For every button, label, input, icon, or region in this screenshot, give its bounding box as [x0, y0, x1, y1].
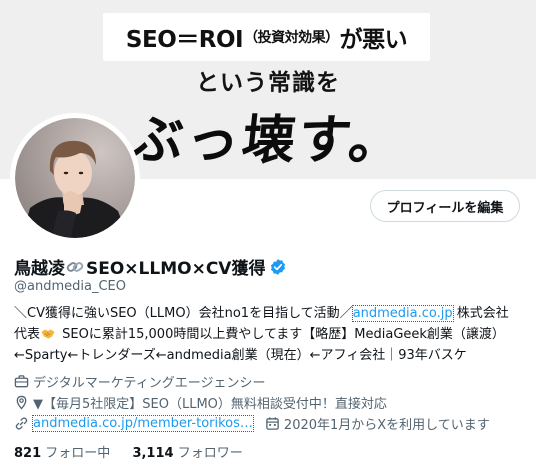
follow-stats: 821 フォロー中 3,114 フォロワー	[14, 442, 261, 461]
bio-text-2-prefix: 代表	[14, 327, 41, 342]
profile-location: ▼【毎月5社限定】SEO（LLMO）無料相談受付中！直接対応	[14, 393, 387, 412]
bio-text-2: SEOに累計15,000時間以上費やしてます【略歴】MediaGeek創業（譲渡…	[58, 327, 505, 342]
edit-profile-button[interactable]: プロフィールを編集	[370, 190, 520, 222]
banner-subline: という常識を	[196, 70, 340, 96]
handshake-emoji-icon	[41, 329, 55, 339]
username-handle: @andmedia_CEO	[14, 279, 126, 294]
bio-line-2: 代表 SEOに累計15,000時間以上費やしてます【略歴】MediaGeek創業…	[14, 324, 529, 345]
profile-category: デジタルマーケティングエージェンシー	[14, 372, 265, 391]
followers-count: 3,114	[132, 446, 174, 461]
bio-text-1-suffix: 株式会社	[452, 306, 509, 321]
link-icon	[15, 417, 28, 430]
display-name-text-2: SEO×LLMO×CV獲得	[86, 259, 266, 279]
briefcase-icon	[14, 375, 29, 388]
banner-headline-part2: が悪い	[339, 27, 408, 53]
display-name-text-1: 鳥越凌	[14, 259, 65, 279]
bio-line-3: ←Sparty←トレンダーズ←andmedia創業（現在）←アフィ会社｜93年バ…	[14, 345, 529, 366]
following-link[interactable]: 821 フォロー中	[14, 446, 110, 461]
following-label: フォロー中	[45, 446, 111, 461]
avatar[interactable]	[10, 113, 140, 243]
profile-bio: ＼CV獲得に強いSEO（LLMO）会社no1を目指して活動／andmedia.c…	[14, 303, 529, 366]
bio-text-3: ←Sparty←トレンダーズ←andmedia創業（現在）←アフィ会社｜93年バ…	[14, 348, 467, 363]
banner-headline: SEO＝ROI （投資対効果） が悪い	[103, 13, 430, 61]
location-pin-icon	[16, 395, 27, 410]
link-emoji-icon	[66, 261, 84, 272]
followers-link[interactable]: 3,114 フォロワー	[132, 446, 242, 461]
bio-line-1: ＼CV獲得に強いSEO（LLMO）会社no1を目指して活動／andmedia.c…	[14, 303, 529, 324]
calendar-icon	[266, 417, 279, 430]
joined-date-text: 2020年1月からXを利用しています	[283, 418, 490, 433]
profile-meta-row: andmedia.co.jp/member-torikos… 2020年1月から…	[14, 414, 490, 433]
verified-badge-icon[interactable]	[269, 258, 287, 276]
bio-website-link[interactable]: andmedia.co.jp	[351, 305, 454, 322]
avatar-photo	[11, 114, 139, 242]
category-text: デジタルマーケティングエージェンシー	[33, 376, 266, 391]
banner-headline-paren: （投資対効果）	[244, 30, 339, 46]
display-name: 鳥越凌 SEO×LLMO×CV獲得	[14, 254, 287, 279]
profile-website-link[interactable]: andmedia.co.jp/member-torikos…	[32, 415, 254, 432]
location-text: ▼【毎月5社限定】SEO（LLMO）無料相談受付中！直接対応	[33, 397, 387, 412]
following-count: 821	[14, 446, 42, 461]
bio-text-1: ＼CV獲得に強いSEO（LLMO）会社no1を目指して活動／	[14, 306, 353, 321]
banner-headline-part1: SEO＝ROI	[125, 27, 244, 53]
followers-label: フォロワー	[177, 446, 243, 461]
